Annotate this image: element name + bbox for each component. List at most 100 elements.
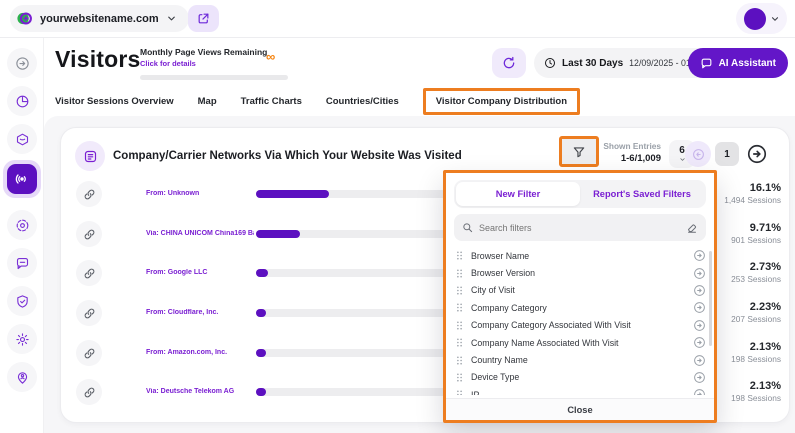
filter-item[interactable]: Country Name bbox=[454, 351, 706, 368]
tab-map[interactable]: Map bbox=[198, 96, 217, 107]
bar-fill bbox=[256, 388, 266, 396]
apply-filter-arrow-icon[interactable] bbox=[693, 371, 706, 384]
filter-item[interactable]: Company Name Associated With Visit bbox=[454, 334, 706, 351]
pie-chart-icon[interactable] bbox=[7, 86, 37, 116]
drag-handle-icon[interactable] bbox=[454, 337, 465, 348]
apply-filter-arrow-icon[interactable] bbox=[693, 249, 706, 262]
site-logo-icon bbox=[16, 10, 33, 27]
drag-handle-icon[interactable] bbox=[454, 320, 465, 331]
bar-sessions: 198 Sessions bbox=[731, 354, 781, 364]
drag-handle-icon[interactable] bbox=[454, 302, 465, 313]
quota-progress-bar bbox=[140, 75, 288, 80]
link-icon[interactable] bbox=[76, 379, 102, 405]
filter-item-label: Country Name bbox=[471, 355, 687, 365]
bar-stats: 2.23% 207 Sessions bbox=[731, 301, 781, 324]
bar-label[interactable]: Via: Deutsche Telekom AG bbox=[146, 388, 254, 395]
filter-item[interactable]: IP bbox=[454, 386, 706, 395]
apply-filter-arrow-icon[interactable] bbox=[693, 284, 706, 297]
bar-label[interactable]: From: Unknown bbox=[146, 190, 254, 197]
bar-stats: 16.1% 1,494 Sessions bbox=[724, 182, 781, 205]
prev-page-button[interactable] bbox=[685, 141, 711, 167]
filter-item[interactable]: Device Type bbox=[454, 369, 706, 386]
tab-new-filter[interactable]: New Filter bbox=[456, 182, 580, 206]
ai-assistant-button[interactable]: AI Assistant bbox=[688, 48, 788, 78]
location-person-icon[interactable] bbox=[7, 362, 37, 392]
app-window: yourwebsitename.com bbox=[0, 0, 795, 433]
site-name: yourwebsitename.com bbox=[40, 13, 159, 25]
site-selector[interactable]: yourwebsitename.com bbox=[10, 5, 189, 32]
bar-label[interactable]: From: Amazon.com, Inc. bbox=[146, 349, 254, 356]
link-icon[interactable] bbox=[76, 340, 102, 366]
bar-label[interactable]: From: Cloudflare, Inc. bbox=[146, 309, 254, 316]
clear-eraser-icon[interactable] bbox=[686, 222, 698, 234]
apply-filter-arrow-icon[interactable] bbox=[693, 301, 706, 314]
filter-item-label: City of Visit bbox=[471, 285, 687, 295]
filter-button[interactable] bbox=[559, 136, 599, 167]
bar-percent: 2.23% bbox=[731, 301, 781, 313]
link-icon[interactable] bbox=[76, 221, 102, 247]
filter-search-input[interactable] bbox=[479, 223, 680, 233]
drag-handle-icon[interactable] bbox=[454, 372, 465, 383]
tab-traffic-charts[interactable]: Traffic Charts bbox=[241, 96, 302, 107]
tab-visitor-sessions-overview[interactable]: Visitor Sessions Overview bbox=[55, 96, 174, 107]
drag-handle-icon[interactable] bbox=[454, 268, 465, 279]
drag-handle-icon[interactable] bbox=[454, 285, 465, 296]
filter-item-label: Device Type bbox=[471, 372, 687, 382]
bar-sessions: 901 Sessions bbox=[731, 235, 781, 245]
bar-stats: 9.71% 901 Sessions bbox=[731, 222, 781, 245]
link-icon[interactable] bbox=[76, 300, 102, 326]
chat-icon[interactable] bbox=[7, 248, 37, 278]
bar-sessions: 198 Sessions bbox=[731, 393, 781, 403]
bar-label[interactable]: From: Google LLC bbox=[146, 269, 254, 276]
top-bar: yourwebsitename.com bbox=[0, 0, 795, 38]
tab-visitor-company-distribution[interactable]: Visitor Company Distribution bbox=[423, 88, 580, 115]
drag-handle-icon[interactable] bbox=[454, 389, 465, 395]
bar-percent: 16.1% bbox=[724, 182, 781, 194]
sidebar-item-visitors-active[interactable] bbox=[3, 160, 41, 198]
filter-item[interactable]: City of Visit bbox=[454, 282, 706, 299]
bar-label[interactable]: Via: CHINA UNICOM China169 Backbone bbox=[146, 230, 254, 237]
apply-filter-arrow-icon[interactable] bbox=[693, 354, 706, 367]
close-button[interactable]: Close bbox=[446, 398, 714, 420]
apply-filter-arrow-icon[interactable] bbox=[693, 319, 706, 332]
shield-icon[interactable] bbox=[7, 286, 37, 316]
link-icon[interactable] bbox=[76, 181, 102, 207]
arrow-left-icon bbox=[692, 148, 705, 161]
current-page[interactable]: 1 bbox=[715, 142, 739, 166]
tab-countries-cities[interactable]: Countries/Cities bbox=[326, 96, 399, 107]
link-icon[interactable] bbox=[76, 260, 102, 286]
next-page-button[interactable] bbox=[745, 142, 769, 166]
gear-icon[interactable] bbox=[7, 324, 37, 354]
target-icon[interactable] bbox=[7, 210, 37, 240]
date-preset: Last 30 Days bbox=[562, 58, 623, 69]
apply-filter-arrow-icon[interactable] bbox=[693, 388, 706, 395]
apply-filter-arrow-icon[interactable] bbox=[693, 336, 706, 349]
ai-assistant-label: AI Assistant bbox=[719, 58, 776, 69]
clock-icon bbox=[544, 57, 556, 69]
chat-bubble-icon bbox=[700, 57, 713, 70]
report-icon bbox=[75, 141, 105, 171]
user-menu[interactable] bbox=[736, 3, 787, 34]
filter-item[interactable]: Browser Version bbox=[454, 264, 706, 281]
drag-handle-icon[interactable] bbox=[454, 250, 465, 261]
drag-handle-icon[interactable] bbox=[454, 355, 465, 366]
filter-item-label: Browser Version bbox=[471, 268, 687, 278]
filter-list-scrollbar[interactable] bbox=[709, 251, 712, 346]
page-title: Visitors bbox=[55, 46, 141, 73]
filter-item[interactable]: Company Category Associated With Visit bbox=[454, 317, 706, 334]
filter-item-label: Company Name Associated With Visit bbox=[471, 338, 687, 348]
report-title: Company/Carrier Networks Via Which Your … bbox=[113, 150, 462, 162]
box-icon[interactable] bbox=[7, 124, 37, 154]
bar-stats: 2.73% 253 Sessions bbox=[731, 261, 781, 284]
refresh-button[interactable] bbox=[492, 48, 526, 78]
tab-saved-filters[interactable]: Report's Saved Filters bbox=[580, 182, 704, 206]
filter-item[interactable]: Browser Name bbox=[454, 247, 706, 264]
shown-entries-value: 1-6/1,009 bbox=[597, 153, 661, 164]
apply-filter-arrow-icon[interactable] bbox=[693, 267, 706, 280]
filter-funnel-icon bbox=[572, 145, 586, 159]
filter-item[interactable]: Company Category bbox=[454, 299, 706, 316]
bar-sessions: 1,494 Sessions bbox=[724, 195, 781, 205]
open-site-button[interactable] bbox=[188, 5, 219, 32]
collapse-icon[interactable] bbox=[7, 48, 37, 78]
page-size-value: 6 bbox=[679, 145, 685, 156]
